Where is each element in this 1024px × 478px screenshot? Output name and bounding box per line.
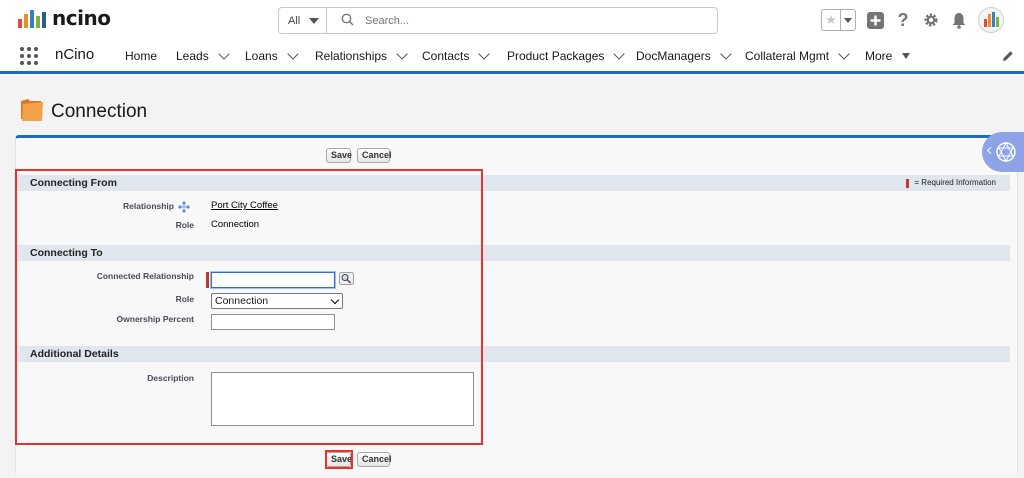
nav-item-label: Leads <box>176 49 209 63</box>
bell-icon[interactable] <box>950 11 968 29</box>
page-title: Connection <box>51 101 148 122</box>
nav-item-label: Loans <box>245 49 278 63</box>
required-indicator <box>906 178 910 188</box>
chevron-down-icon[interactable] <box>720 48 732 60</box>
app-nav-bar: nCino Home Leads Loans Relationships Con… <box>0 40 1024 74</box>
nav-item-label: More <box>865 49 893 63</box>
nav-item-label: Collateral Mgmt <box>745 49 830 63</box>
search-icon <box>341 13 354 26</box>
chevron-down-icon[interactable] <box>838 48 850 60</box>
folder-icon <box>21 99 43 121</box>
nav-item-relationships[interactable]: Relationships <box>315 48 408 63</box>
chevron-down-icon <box>309 17 320 24</box>
waffle-icon[interactable] <box>20 47 38 65</box>
nav-item-docmanagers[interactable]: DocManagers <box>636 48 732 63</box>
required-legend: = Required Information <box>906 175 996 191</box>
required-legend-text: = Required Information <box>914 178 996 187</box>
cancel-button-top[interactable]: Cancel <box>357 148 392 163</box>
nav-item-label: DocManagers <box>636 49 711 63</box>
caret-down-icon <box>902 53 911 59</box>
chevron-down-icon[interactable] <box>396 48 408 60</box>
highlight-box-form <box>15 169 483 445</box>
nav-item-product-packages[interactable]: Product Packages <box>507 48 626 63</box>
search-scope-label: All <box>288 14 301 27</box>
nav-item-contacts[interactable]: Contacts <box>422 48 491 63</box>
nav-item-label: Home <box>125 49 158 63</box>
help-icon[interactable]: ? <box>894 10 912 30</box>
chevron-down-icon[interactable] <box>218 48 230 60</box>
ncino-logo[interactable]: ncino <box>18 6 111 30</box>
app-name: nCino <box>55 46 95 63</box>
nav-item-leads[interactable]: Leads <box>176 48 230 63</box>
logo-bars-icon <box>18 8 46 28</box>
highlight-box-save <box>325 450 353 469</box>
star-icon: ★ <box>825 12 837 27</box>
chevron-down-icon[interactable] <box>613 48 626 60</box>
favorites-dropdown[interactable] <box>840 10 855 30</box>
chevron-down-icon[interactable] <box>287 48 299 60</box>
pencil-icon[interactable] <box>1002 50 1014 62</box>
global-header: ncino All ★ ? <box>0 0 1024 40</box>
header-actions: ★ ? <box>821 7 1004 33</box>
logo-text: ncino <box>52 6 111 30</box>
nav-item-label: Contacts <box>422 49 470 63</box>
gear-icon[interactable] <box>922 11 940 29</box>
global-search: All <box>278 7 718 34</box>
chevron-left-icon <box>986 146 995 155</box>
chevron-down-icon <box>844 17 852 23</box>
cancel-button-bottom[interactable]: Cancel <box>357 452 392 467</box>
side-panel-tab[interactable] <box>982 132 1024 172</box>
nav-item-more[interactable]: More <box>865 49 911 63</box>
nav-item-home[interactable]: Home <box>125 49 157 63</box>
nav-item-label: Relationships <box>315 49 388 63</box>
avatar[interactable] <box>978 7 1004 33</box>
search-scope-dropdown[interactable]: All <box>279 8 327 33</box>
nav-item-label: Product Packages <box>507 49 605 63</box>
nav-item-collateral-mgmt[interactable]: Collateral Mgmt <box>745 48 850 63</box>
network-icon <box>996 141 1016 163</box>
search-input[interactable] <box>327 8 717 33</box>
save-button-top[interactable]: Save <box>326 148 352 163</box>
nav-item-loans[interactable]: Loans <box>245 48 299 63</box>
add-icon[interactable] <box>866 11 884 29</box>
chevron-down-icon[interactable] <box>478 48 491 60</box>
page-header: Connection <box>0 74 1024 136</box>
favorites-button[interactable]: ★ <box>821 9 856 31</box>
